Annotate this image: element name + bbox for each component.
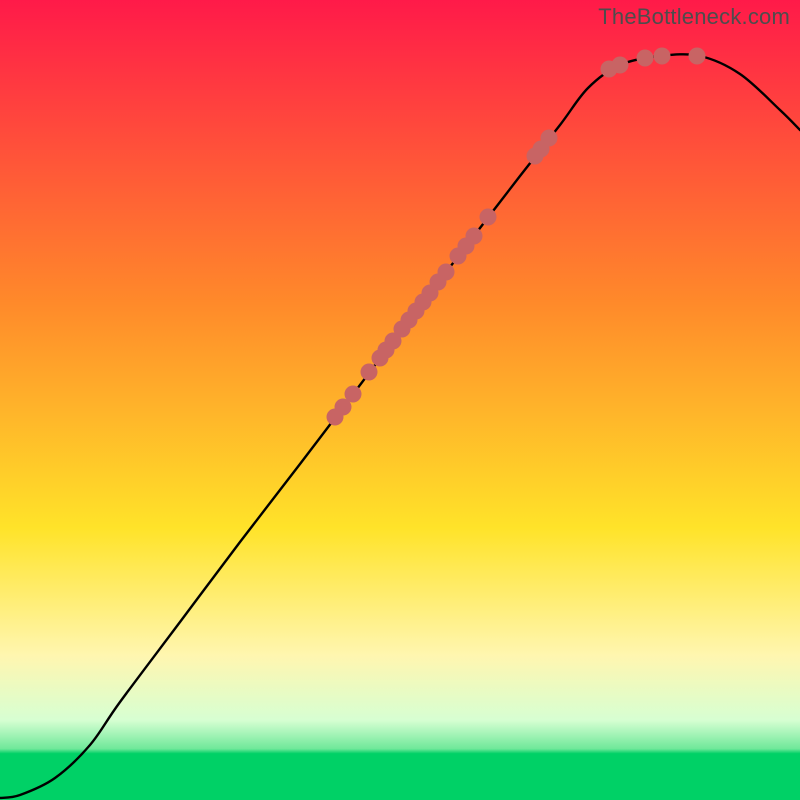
curve-marker: [480, 209, 497, 226]
curve-marker: [612, 57, 629, 74]
curve-marker: [345, 386, 362, 403]
chart-canvas: [0, 0, 800, 800]
chart-stage: TheBottleneck.com: [0, 0, 800, 800]
curve-marker: [541, 130, 558, 147]
curve-marker: [466, 228, 483, 245]
curve-marker: [361, 364, 378, 381]
curve-marker: [689, 48, 706, 65]
curve-marker: [637, 50, 654, 67]
gradient-background: [0, 0, 800, 800]
watermark-text: TheBottleneck.com: [598, 4, 790, 30]
curve-marker: [654, 48, 671, 65]
curve-marker: [438, 264, 455, 281]
